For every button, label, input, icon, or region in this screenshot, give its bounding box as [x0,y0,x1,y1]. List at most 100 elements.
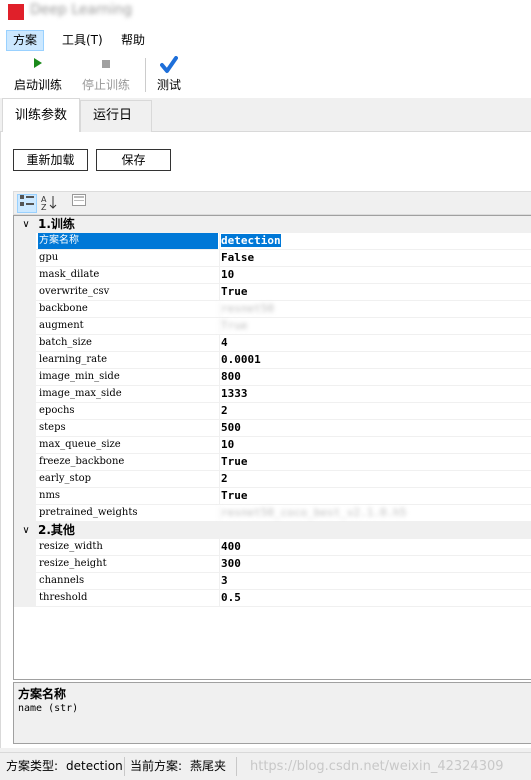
property-name: gpu [39,252,59,263]
stop-icon [78,56,134,74]
property-row[interactable]: 方案名称 detection [14,233,531,250]
property-row[interactable]: channels 3 [14,573,531,590]
property-value[interactable]: True [219,318,519,334]
property-name: resize_height [39,558,107,569]
categorized-view-icon[interactable] [17,194,37,213]
property-name: augment [39,320,84,331]
property-row[interactable]: pretrained_weights resnet50_coco_best_v2.… [14,505,531,522]
reload-button[interactable]: 重新加载 [13,149,88,171]
property-value[interactable]: 400 [219,539,519,555]
property-value[interactable]: 10 [219,437,519,453]
property-row[interactable]: freeze_backbone True [14,454,531,471]
property-name: max_queue_size [39,439,121,450]
check-icon [152,56,186,74]
tab-run-log[interactable]: 运行日志 [80,100,152,153]
property-row[interactable]: threshold 0.5 [14,590,531,607]
toolbar: 启动训练 停止训练 测试 [0,52,531,98]
property-name: early_stop [39,473,92,484]
test-button[interactable]: 测试 [152,56,186,94]
category-training[interactable]: ∨ 1.训练 [14,216,531,233]
play-icon [10,56,66,74]
chevron-down-icon[interactable]: ∨ [19,522,33,539]
property-value[interactable]: 3 [219,573,519,589]
property-name: channels [39,575,85,586]
property-row[interactable]: nms True [14,488,531,505]
property-value[interactable]: 0.0001 [219,352,519,368]
property-value[interactable]: 0.5 [219,590,519,606]
property-value[interactable]: 2 [219,471,519,487]
description-title: 方案名称 [18,687,67,701]
start-training-label: 启动训练 [13,78,62,92]
current-scheme-label: 当前方案: [130,759,183,773]
property-name: overwrite_csv [39,286,110,297]
alphabetical-sort-icon[interactable]: AZ [39,194,59,213]
current-scheme-value: 燕尾夹 [190,759,227,773]
property-row[interactable]: steps 500 [14,420,531,437]
property-value[interactable]: True [219,488,519,504]
toolbar-separator [145,58,146,92]
description-panel: 方案名称 name (str) [13,682,531,744]
property-name: 方案名称 [38,233,218,249]
property-name: backbone [39,303,88,314]
property-value[interactable]: True [219,284,519,300]
property-value[interactable]: True [219,454,519,470]
watermark: https://blog.csdn.net/weixin_42324309 [250,759,504,774]
category-label: 2.其他 [38,523,75,537]
property-row[interactable]: mask_dilate 10 [14,267,531,284]
property-value[interactable]: 500 [219,420,519,436]
property-row[interactable]: early_stop 2 [14,471,531,488]
menu-help[interactable]: 帮助 [114,30,152,51]
scheme-type-label: 方案类型: [6,759,59,773]
status-bar: 方案类型: detection 当前方案: 燕尾夹 https://blog.c… [0,752,531,780]
status-divider [124,757,125,776]
property-row[interactable]: overwrite_csv True [14,284,531,301]
property-row[interactable]: image_min_side 800 [14,369,531,386]
property-row[interactable]: batch_size 4 [14,335,531,352]
property-value[interactable]: resnet50_coco_best_v2.1.0.h5 [219,505,519,521]
property-pages-icon[interactable] [69,194,89,213]
property-row[interactable]: gpu False [14,250,531,267]
property-value[interactable]: detection [219,233,519,249]
property-row[interactable]: learning_rate 0.0001 [14,352,531,369]
chevron-down-icon[interactable]: ∨ [19,216,33,233]
property-name: threshold [39,592,88,603]
training-params-panel: 重新加载 保存 AZ ∨ 1.训练 方案名称 detection gpu False… [0,132,531,748]
property-row[interactable]: image_max_side 1333 [14,386,531,403]
menu-scheme[interactable]: 方案 [6,30,45,51]
property-row[interactable]: backbone resnet50 [14,301,531,318]
property-value[interactable]: 800 [219,369,519,385]
property-name: mask_dilate [39,269,100,280]
property-row[interactable]: epochs 2 [14,403,531,420]
property-value[interactable]: 4 [219,335,519,351]
tab-strip: 训练参数 运行日志 [0,98,531,153]
property-row[interactable]: resize_width 400 [14,539,531,556]
category-other[interactable]: ∨ 2.其他 [14,522,531,539]
property-name: steps [39,422,66,433]
property-grid: ∨ 1.训练 方案名称 detection gpu False mask_dilat… [13,215,531,680]
property-name: epochs [39,405,75,416]
category-label: 1.训练 [38,217,75,231]
stop-training-label: 停止训练 [81,78,130,92]
property-row[interactable]: resize_height 300 [14,556,531,573]
property-value[interactable]: resnet50 [219,301,519,317]
scheme-type-value: detection [66,759,123,773]
tab-training-params[interactable]: 训练参数 [2,98,80,133]
property-value[interactable]: 10 [219,267,519,283]
window-title: Deep Learning [30,2,133,18]
property-name: nms [39,490,61,501]
svg-text:Z: Z [41,203,47,210]
property-row[interactable]: augment True [14,318,531,335]
property-value[interactable]: False [219,250,519,266]
start-training-button[interactable]: 启动训练 [10,56,66,94]
save-button[interactable]: 保存 [96,149,171,171]
title-bar: Deep Learning [0,0,531,28]
property-value[interactable]: 1333 [219,386,519,402]
property-value[interactable]: 300 [219,556,519,572]
property-value[interactable]: 2 [219,403,519,419]
menu-tools[interactable]: 工具(T) [55,30,110,51]
property-name: pretrained_weights [39,507,138,518]
property-row[interactable]: max_queue_size 10 [14,437,531,454]
stop-training-button[interactable]: 停止训练 [78,56,134,94]
test-label: 测试 [156,78,181,92]
property-name: image_min_side [39,371,120,382]
